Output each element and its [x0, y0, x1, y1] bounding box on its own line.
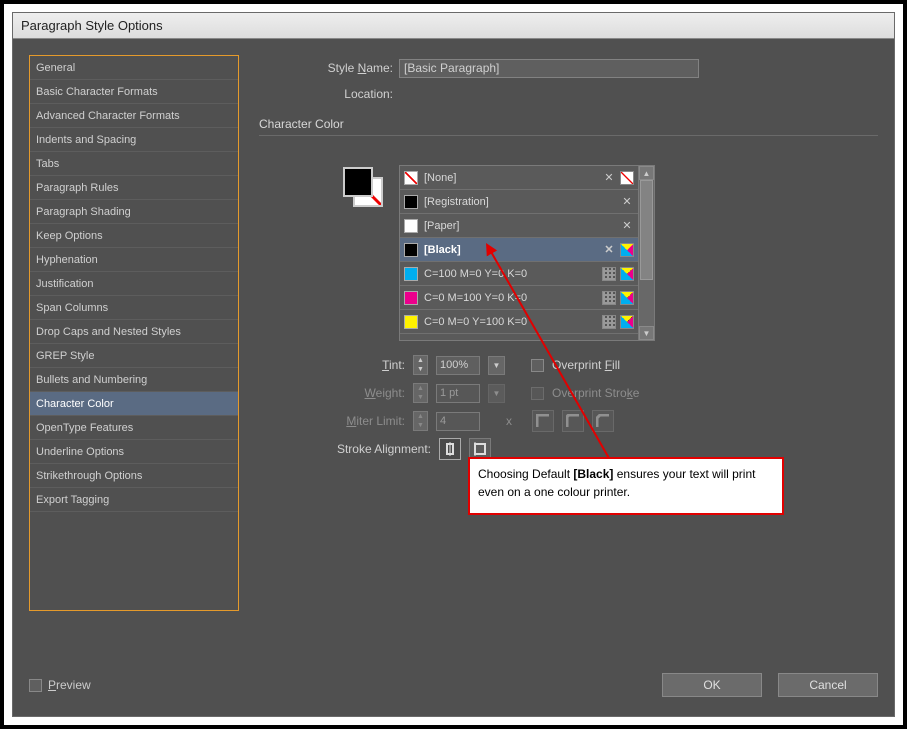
sidebar-item-general[interactable]: General — [30, 56, 238, 80]
dialog-content: GeneralBasic Character FormatsAdvanced C… — [13, 39, 894, 716]
sidebar-item-basic-character-formats[interactable]: Basic Character Formats — [30, 80, 238, 104]
overprint-stroke-label: Overprint Stroke — [552, 386, 639, 400]
miter-x: x — [506, 414, 512, 428]
miter-label: Miter Limit: — [313, 414, 405, 428]
overprint-fill-label: Overprint Fill — [552, 358, 620, 372]
right-panel: Style Name: Location: Character Color [N… — [259, 55, 878, 646]
swatch-color-icon — [404, 291, 418, 305]
style-name-label: Style Name: — [259, 61, 399, 75]
join-bevel-button — [592, 410, 614, 432]
stroke-align-center-button[interactable] — [439, 438, 461, 460]
sidebar-item-indents-and-spacing[interactable]: Indents and Spacing — [30, 128, 238, 152]
preview-checkbox[interactable] — [29, 679, 42, 692]
tint-label: Tint: — [313, 358, 405, 372]
global-color-icon — [602, 291, 616, 305]
style-name-input[interactable] — [399, 59, 699, 78]
weight-label: Weight: — [313, 386, 405, 400]
section-divider — [259, 135, 878, 136]
swatch-name: [Registration] — [424, 196, 614, 208]
none-icon — [620, 171, 634, 185]
weight-input — [436, 384, 480, 403]
swatch-list: [None] ✕ [Registration] ✕ [Paper] ✕ [Black] ✕ C=… — [399, 165, 655, 341]
swatch-color-icon — [404, 219, 418, 233]
cancel-button[interactable]: Cancel — [778, 673, 878, 697]
preview-label: Preview — [48, 678, 91, 692]
weight-stepper: ▲▼ — [413, 383, 428, 403]
cmyk-icon — [620, 291, 634, 305]
miter-stepper: ▲▼ — [413, 411, 428, 431]
swatch-color-icon — [404, 243, 418, 257]
annotation-callout: Choosing Default [Black] ensures your te… — [468, 457, 784, 515]
swatch-name: [None] — [424, 172, 596, 184]
swatch-row[interactable]: C=100 M=0 Y=0 K=0 — [400, 262, 638, 286]
swatch-row[interactable]: [Registration] ✕ — [400, 190, 638, 214]
non-editable-icon: ✕ — [602, 171, 616, 185]
sidebar-item-export-tagging[interactable]: Export Tagging — [30, 488, 238, 512]
bottom-bar: Preview OK Cancel — [29, 670, 878, 700]
swatch-row[interactable]: [Paper] ✕ — [400, 214, 638, 238]
swatch-color-icon — [404, 267, 418, 281]
join-round-button — [562, 410, 584, 432]
swatch-color-icon — [404, 315, 418, 329]
overprint-stroke-checkbox — [531, 387, 544, 400]
swatch-name: C=0 M=100 Y=0 K=0 — [424, 292, 596, 304]
sidebar-item-grep-style[interactable]: GREP Style — [30, 344, 238, 368]
swatch-name: C=100 M=0 Y=0 K=0 — [424, 268, 596, 280]
sidebar-item-underline-options[interactable]: Underline Options — [30, 440, 238, 464]
miter-input — [436, 412, 480, 431]
sidebar-item-span-columns[interactable]: Span Columns — [30, 296, 238, 320]
sidebar-item-drop-caps-and-nested-styles[interactable]: Drop Caps and Nested Styles — [30, 320, 238, 344]
overprint-fill-checkbox[interactable] — [531, 359, 544, 372]
sidebar-item-hyphenation[interactable]: Hyphenation — [30, 248, 238, 272]
sidebar-item-tabs[interactable]: Tabs — [30, 152, 238, 176]
tint-input[interactable] — [436, 356, 480, 375]
sidebar-item-character-color[interactable]: Character Color — [30, 392, 238, 416]
non-editable-icon: ✕ — [602, 243, 616, 257]
fill-swatch-icon[interactable] — [343, 167, 373, 197]
swatch-row[interactable]: C=0 M=0 Y=100 K=0 — [400, 310, 638, 334]
weight-dropdown-button: ▼ — [488, 384, 505, 403]
tint-stepper[interactable]: ▲▼ — [413, 355, 428, 375]
swatch-scrollbar[interactable]: ▲ ▼ — [638, 166, 654, 340]
sidebar-item-advanced-character-formats[interactable]: Advanced Character Formats — [30, 104, 238, 128]
scroll-down-icon[interactable]: ▼ — [639, 326, 654, 340]
swatch-row[interactable]: C=0 M=100 Y=0 K=0 — [400, 286, 638, 310]
swatch-name: C=0 M=0 Y=100 K=0 — [424, 316, 596, 328]
swatch-name: [Black] — [424, 244, 596, 256]
scroll-up-icon[interactable]: ▲ — [639, 166, 654, 180]
tint-dropdown-button[interactable]: ▼ — [488, 356, 505, 375]
sidebar-item-opentype-features[interactable]: OpenType Features — [30, 416, 238, 440]
dialog-window: Paragraph Style Options GeneralBasic Cha… — [12, 12, 895, 717]
window-title: Paragraph Style Options — [21, 18, 163, 33]
swatch-color-icon — [404, 195, 418, 209]
ok-button[interactable]: OK — [662, 673, 762, 697]
cmyk-icon — [620, 267, 634, 281]
non-editable-icon: ✕ — [620, 195, 634, 209]
sidebar-item-paragraph-rules[interactable]: Paragraph Rules — [30, 176, 238, 200]
global-color-icon — [602, 315, 616, 329]
stroke-align-label: Stroke Alignment: — [313, 442, 431, 456]
sidebar-item-paragraph-shading[interactable]: Paragraph Shading — [30, 200, 238, 224]
fill-stroke-preview[interactable] — [343, 167, 383, 207]
swatch-row[interactable]: [Black] ✕ — [400, 238, 638, 262]
cmyk-icon — [620, 315, 634, 329]
swatch-name: [Paper] — [424, 220, 614, 232]
scroll-track[interactable] — [639, 180, 654, 326]
titlebar: Paragraph Style Options — [13, 13, 894, 39]
sidebar: GeneralBasic Character FormatsAdvanced C… — [29, 55, 239, 611]
section-title: Character Color — [259, 117, 878, 131]
non-editable-icon: ✕ — [620, 219, 634, 233]
sidebar-item-bullets-and-numbering[interactable]: Bullets and Numbering — [30, 368, 238, 392]
sidebar-item-strikethrough-options[interactable]: Strikethrough Options — [30, 464, 238, 488]
global-color-icon — [602, 267, 616, 281]
cmyk-icon — [620, 243, 634, 257]
swatch-row[interactable]: [None] ✕ — [400, 166, 638, 190]
scroll-thumb[interactable] — [640, 180, 653, 280]
sidebar-item-keep-options[interactable]: Keep Options — [30, 224, 238, 248]
location-label: Location: — [259, 87, 399, 101]
swatch-color-icon — [404, 171, 418, 185]
join-miter-button — [532, 410, 554, 432]
sidebar-item-justification[interactable]: Justification — [30, 272, 238, 296]
